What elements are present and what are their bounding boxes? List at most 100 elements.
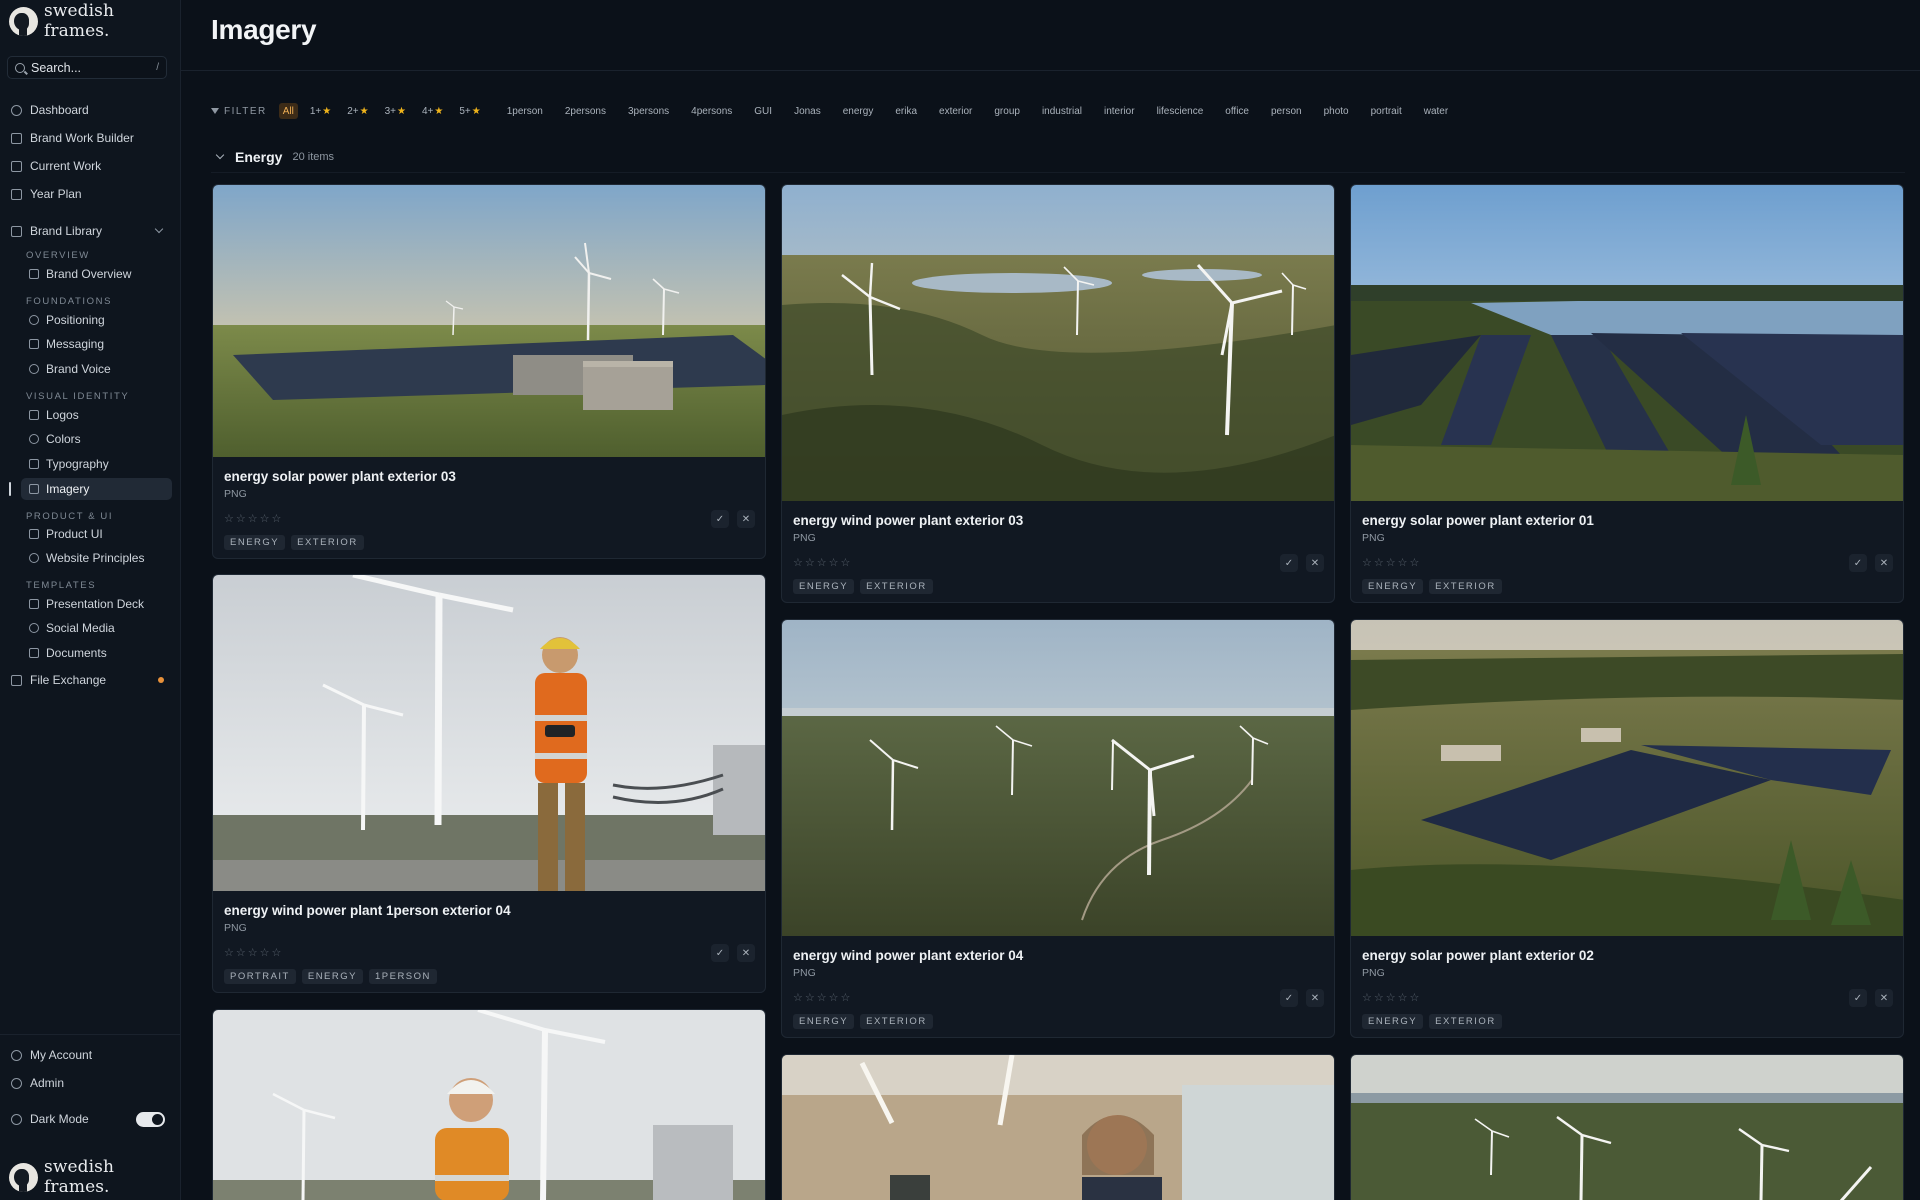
search-box[interactable]: / bbox=[7, 56, 167, 79]
card-thumbnail[interactable] bbox=[1351, 620, 1903, 936]
tag-badge[interactable]: 1PERSON bbox=[368, 969, 437, 984]
filter-rating-3[interactable]: 3+ ★ bbox=[381, 103, 410, 119]
image-card[interactable]: energy solar power plant exterior 02 PNG… bbox=[1350, 619, 1904, 1038]
filter-tag-photo[interactable]: photo bbox=[1324, 106, 1349, 117]
image-card[interactable] bbox=[212, 1009, 766, 1200]
tag-badge[interactable]: ENERGY bbox=[301, 969, 363, 984]
star-icon[interactable]: ☆ bbox=[260, 512, 270, 525]
nav-brand-library[interactable]: Brand Library bbox=[8, 220, 172, 242]
image-card[interactable]: energy solar power plant exterior 03 PNG… bbox=[212, 184, 766, 559]
sidebar-item-presentation-deck[interactable]: Presentation Deck bbox=[21, 593, 172, 615]
nav-brand-work-builder[interactable]: Brand Work Builder bbox=[8, 127, 172, 149]
brand-logo-bottom[interactable]: swedish frames. bbox=[9, 1157, 180, 1197]
star-icon[interactable]: ☆ bbox=[224, 512, 234, 525]
image-card[interactable] bbox=[1350, 1054, 1904, 1200]
approve-button[interactable]: ✓ bbox=[1280, 989, 1298, 1007]
card-thumbnail[interactable] bbox=[782, 620, 1334, 936]
nav-year-plan[interactable]: Year Plan bbox=[8, 183, 172, 205]
star-icon[interactable]: ☆ bbox=[829, 556, 839, 569]
search-input[interactable] bbox=[31, 60, 151, 75]
nav-dashboard[interactable]: Dashboard bbox=[8, 99, 172, 121]
tag-badge[interactable]: ENERGY bbox=[224, 535, 286, 550]
dark-mode-toggle[interactable] bbox=[136, 1111, 165, 1127]
reject-button[interactable]: ✕ bbox=[1306, 554, 1324, 572]
star-icon[interactable]: ☆ bbox=[817, 556, 827, 569]
sidebar-item-typography[interactable]: Typography bbox=[21, 453, 172, 475]
filter-rating-5[interactable]: 5+ ★ bbox=[455, 103, 484, 119]
star-icon[interactable]: ☆ bbox=[1410, 556, 1420, 569]
star-icon[interactable]: ☆ bbox=[236, 512, 246, 525]
star-icon[interactable]: ☆ bbox=[805, 991, 815, 1004]
image-card[interactable] bbox=[781, 1054, 1335, 1200]
star-icon[interactable]: ☆ bbox=[272, 946, 282, 959]
filter-tag-energy[interactable]: energy bbox=[843, 106, 874, 117]
rating-stars[interactable]: ☆ ☆ ☆ ☆ ☆ bbox=[1362, 991, 1419, 1004]
filter-tag-erika[interactable]: erika bbox=[895, 106, 917, 117]
star-icon[interactable]: ☆ bbox=[248, 512, 258, 525]
filter-rating-2[interactable]: 2+ ★ bbox=[343, 103, 372, 119]
nav-file-exchange[interactable]: File Exchange bbox=[8, 669, 172, 691]
filter-tag-4persons[interactable]: 4persons bbox=[691, 106, 732, 117]
tag-badge[interactable]: PORTRAIT bbox=[224, 969, 296, 984]
filter-tag-exterior[interactable]: exterior bbox=[939, 106, 972, 117]
filter-tag-1person[interactable]: 1person bbox=[507, 106, 543, 117]
sidebar-item-imagery[interactable]: Imagery bbox=[21, 478, 172, 500]
sidebar-item-social-media[interactable]: Social Media bbox=[21, 617, 172, 639]
rating-stars[interactable]: ☆ ☆ ☆ ☆ ☆ bbox=[793, 556, 850, 569]
reject-button[interactable]: ✕ bbox=[1306, 989, 1324, 1007]
card-thumbnail[interactable] bbox=[782, 1055, 1334, 1200]
image-card[interactable]: energy wind power plant exterior 03 PNG … bbox=[781, 184, 1335, 603]
star-icon[interactable]: ☆ bbox=[805, 556, 815, 569]
nav-my-account[interactable]: My Account bbox=[8, 1044, 172, 1066]
star-icon[interactable]: ☆ bbox=[272, 512, 282, 525]
tag-badge[interactable]: ENERGY bbox=[793, 1014, 855, 1029]
star-icon[interactable]: ☆ bbox=[793, 991, 803, 1004]
approve-button[interactable]: ✓ bbox=[1280, 554, 1298, 572]
rating-stars[interactable]: ☆ ☆ ☆ ☆ ☆ bbox=[793, 991, 850, 1004]
star-icon[interactable]: ☆ bbox=[793, 556, 803, 569]
star-icon[interactable]: ☆ bbox=[1362, 991, 1372, 1004]
star-icon[interactable]: ☆ bbox=[817, 991, 827, 1004]
filter-tag-portrait[interactable]: portrait bbox=[1371, 106, 1402, 117]
group-header-energy[interactable]: Energy 20 items bbox=[211, 145, 334, 169]
star-icon[interactable]: ☆ bbox=[1362, 556, 1372, 569]
rating-stars[interactable]: ☆ ☆ ☆ ☆ ☆ bbox=[224, 946, 281, 959]
star-icon[interactable]: ☆ bbox=[1374, 556, 1384, 569]
approve-button[interactable]: ✓ bbox=[1849, 554, 1867, 572]
image-card[interactable]: energy solar power plant exterior 01 PNG… bbox=[1350, 184, 1904, 603]
star-icon[interactable]: ☆ bbox=[1398, 991, 1408, 1004]
star-icon[interactable]: ☆ bbox=[1398, 556, 1408, 569]
reject-button[interactable]: ✕ bbox=[1875, 554, 1893, 572]
filter-tag-group[interactable]: group bbox=[994, 106, 1020, 117]
star-icon[interactable]: ☆ bbox=[224, 946, 234, 959]
approve-button[interactable]: ✓ bbox=[711, 944, 729, 962]
brand-logo-top[interactable]: swedish frames. bbox=[9, 1, 180, 41]
card-thumbnail[interactable] bbox=[213, 1010, 765, 1200]
filter-tag-person[interactable]: person bbox=[1271, 106, 1302, 117]
filter-tag-office[interactable]: office bbox=[1225, 106, 1249, 117]
card-thumbnail[interactable] bbox=[213, 575, 765, 891]
image-card[interactable]: energy wind power plant exterior 04 PNG … bbox=[781, 619, 1335, 1038]
rating-stars[interactable]: ☆ ☆ ☆ ☆ ☆ bbox=[1362, 556, 1419, 569]
rating-stars[interactable]: ☆ ☆ ☆ ☆ ☆ bbox=[224, 512, 281, 525]
tag-badge[interactable]: ENERGY bbox=[1362, 1014, 1424, 1029]
card-thumbnail[interactable] bbox=[213, 185, 765, 457]
tag-badge[interactable]: ENERGY bbox=[1362, 579, 1424, 594]
star-icon[interactable]: ☆ bbox=[1386, 991, 1396, 1004]
image-card[interactable]: energy wind power plant 1person exterior… bbox=[212, 574, 766, 993]
approve-button[interactable]: ✓ bbox=[711, 510, 729, 528]
sidebar-item-logos[interactable]: Logos bbox=[21, 404, 172, 426]
star-icon[interactable]: ☆ bbox=[1410, 991, 1420, 1004]
nav-admin[interactable]: Admin bbox=[8, 1072, 172, 1094]
tag-badge[interactable]: ENERGY bbox=[793, 579, 855, 594]
card-thumbnail[interactable] bbox=[782, 185, 1334, 501]
sidebar-item-messaging[interactable]: Messaging bbox=[21, 333, 172, 355]
nav-current-work[interactable]: Current Work bbox=[8, 155, 172, 177]
star-icon[interactable]: ☆ bbox=[1374, 991, 1384, 1004]
reject-button[interactable]: ✕ bbox=[737, 944, 755, 962]
star-icon[interactable]: ☆ bbox=[236, 946, 246, 959]
filter-all[interactable]: All bbox=[278, 103, 298, 119]
filter-tag-interior[interactable]: interior bbox=[1104, 106, 1135, 117]
reject-button[interactable]: ✕ bbox=[1875, 989, 1893, 1007]
sidebar-item-product-ui[interactable]: Product UI bbox=[21, 523, 172, 545]
